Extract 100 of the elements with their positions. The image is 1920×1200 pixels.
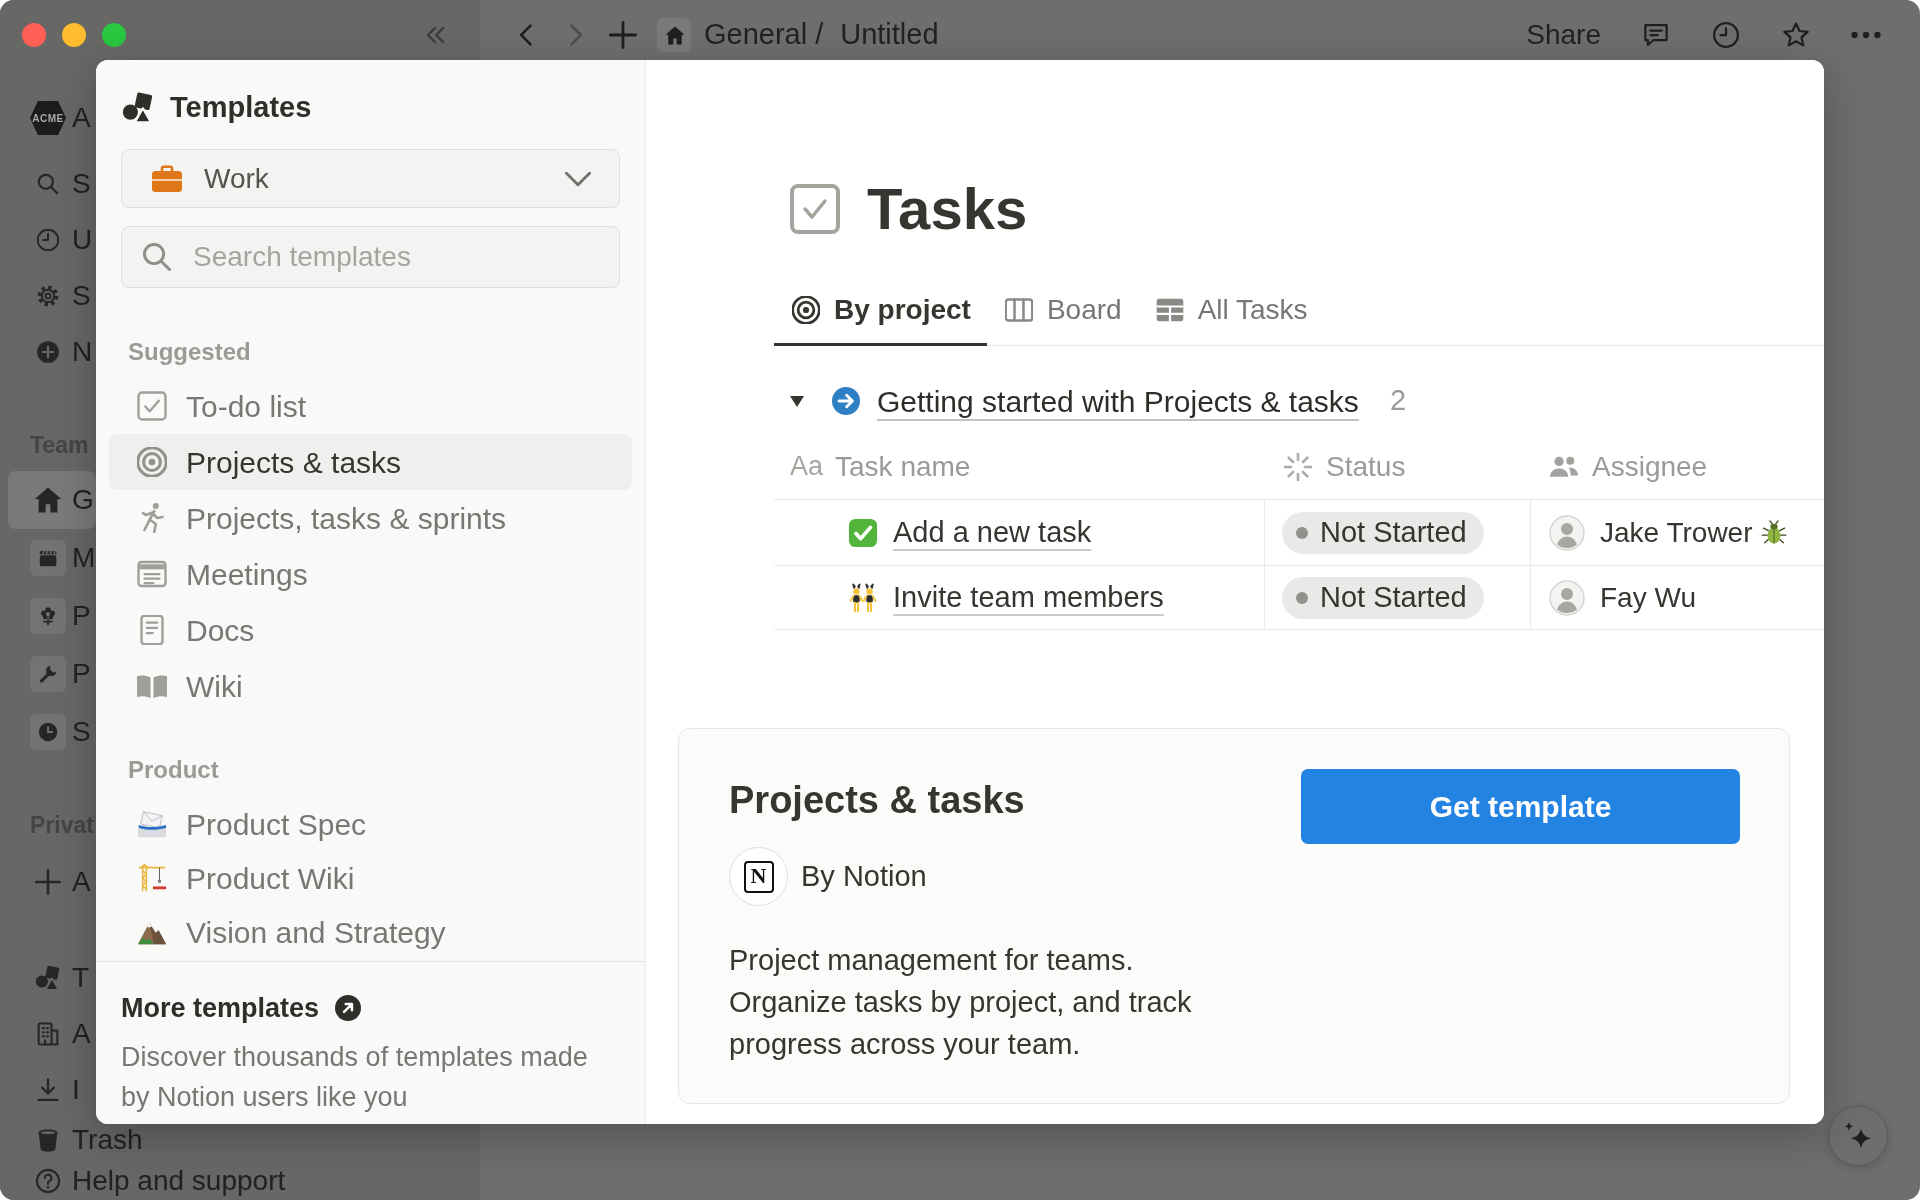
status-tag[interactable]: Not Started — [1282, 576, 1484, 619]
home-icon — [34, 486, 62, 514]
modal-title: Templates — [170, 90, 312, 126]
breadcrumb-link[interactable]: General — [657, 13, 808, 57]
status-dot — [1296, 526, 1308, 539]
task-link[interactable]: Add a new task — [893, 510, 1092, 555]
sidebar-item[interactable]: N — [8, 324, 96, 380]
share-button[interactable]: Share — [1526, 14, 1601, 56]
get-template-button[interactable]: Get template — [1301, 769, 1740, 844]
calendar-page-icon — [137, 559, 167, 589]
plus-circle-icon — [35, 339, 61, 365]
sidebar-item[interactable]: S — [8, 268, 96, 324]
close-window-button[interactable] — [22, 23, 46, 47]
breadcrumb-separator: / — [815, 17, 824, 53]
text-type-label: Aa — [790, 450, 824, 484]
search-icon — [143, 243, 171, 271]
view-tab[interactable]: By project — [774, 275, 987, 346]
template-item[interactable]: To-do list — [109, 378, 632, 434]
sidebar-item[interactable]: P — [8, 645, 96, 703]
template-item[interactable]: Wiki — [109, 658, 632, 714]
sidebar-item[interactable]: U — [8, 212, 96, 268]
arrow-circle-icon — [335, 995, 362, 1021]
view-tab[interactable]: Board — [986, 275, 1138, 346]
clock-icon — [30, 714, 66, 750]
avatar-icon — [1549, 579, 1585, 616]
target-icon — [137, 447, 167, 477]
star-icon[interactable] — [1781, 20, 1811, 50]
page-title: Tasks — [867, 180, 1028, 238]
template-description: Project management for teams. Organize tasks by project, and track progress across your team. — [729, 943, 1192, 1062]
author-logo: N — [729, 847, 788, 906]
section-label: Suggested — [128, 338, 251, 366]
template-item[interactable]: Projects & tasks — [109, 434, 632, 490]
sidebar-item[interactable]: G — [8, 471, 96, 529]
template-item[interactable]: Meetings — [109, 546, 632, 602]
sidebar-item[interactable]: Trash — [8, 1118, 143, 1162]
status-tag[interactable]: Not Started — [1282, 511, 1484, 554]
template-item[interactable]: Product Spec — [109, 797, 632, 851]
flower-icon — [30, 598, 66, 634]
search-icon — [35, 171, 61, 197]
zoom-window-button[interactable] — [102, 23, 126, 47]
column-header[interactable]: Assignee — [1531, 434, 1824, 499]
clapperboard-icon — [30, 540, 66, 576]
sidebar-item[interactable]: I — [8, 1062, 96, 1118]
dancers-icon — [848, 582, 878, 613]
table-icon — [1155, 296, 1184, 324]
clock-icon[interactable] — [1711, 20, 1741, 50]
template-item[interactable]: Projects, tasks & sprints — [109, 490, 632, 546]
envelope-tray-icon — [137, 809, 167, 839]
view-tab[interactable]: All Tasks — [1137, 275, 1324, 346]
workspace-switcher[interactable]: ACME A — [8, 90, 96, 146]
breadcrumb-link[interactable]: Untitled — [840, 13, 939, 57]
column-header[interactable]: Aa Task name — [774, 434, 1265, 499]
sidebar-item[interactable]: T — [8, 950, 96, 1006]
wrench-icon — [30, 656, 66, 692]
status-dot — [1296, 591, 1308, 604]
sidebar-item[interactable]: S — [8, 703, 96, 761]
more-icon[interactable] — [1851, 31, 1881, 39]
assignee-name: Fay Wu — [1600, 580, 1696, 615]
shapes-icon — [122, 92, 154, 124]
help-icon — [34, 1167, 62, 1195]
column-header[interactable]: Status — [1265, 434, 1531, 499]
avatar-icon — [1549, 514, 1585, 551]
workspace-logo: ACME — [30, 101, 66, 135]
template-item[interactable]: Docs — [109, 602, 632, 658]
checkbox-icon — [137, 391, 167, 421]
arrow-circle-icon — [832, 387, 860, 415]
more-templates-link[interactable]: More templates — [121, 990, 362, 1026]
sidebar-item[interactable]: Help and support — [8, 1162, 286, 1200]
home-icon — [657, 18, 691, 52]
author-name: By Notion — [801, 858, 927, 894]
briefcase-icon — [151, 164, 183, 193]
sidebar-item[interactable]: P — [8, 587, 96, 645]
clock-icon — [35, 227, 61, 253]
sidebar-item[interactable]: A — [8, 1006, 96, 1062]
check-mark-icon — [848, 517, 878, 548]
caret-icon[interactable] — [789, 393, 805, 409]
assignee-name: Jake Trower — [1600, 515, 1753, 550]
search-field[interactable]: Search templates — [121, 226, 620, 288]
minimize-window-button[interactable] — [62, 23, 86, 47]
document-icon — [137, 615, 167, 645]
sidebar-item[interactable]: S — [8, 156, 96, 212]
sidebar-item[interactable]: M — [8, 529, 96, 587]
columns-icon — [1004, 296, 1033, 324]
category-dropdown[interactable]: Work — [121, 149, 620, 208]
template-name: Projects & tasks — [729, 778, 1025, 823]
checkbox-icon — [790, 184, 840, 234]
template-item[interactable]: Vision and Strategy — [109, 905, 632, 959]
template-item[interactable]: Product Wiki — [109, 851, 632, 905]
target-icon — [792, 296, 820, 324]
settings-icon — [35, 283, 61, 309]
section-label: Product — [128, 756, 219, 784]
sidebar-item[interactable]: A — [8, 854, 96, 910]
group-count: 2 — [1389, 383, 1406, 419]
task-link[interactable]: Invite team members — [893, 575, 1164, 620]
plus-icon[interactable] — [609, 21, 637, 49]
crane-icon — [137, 863, 167, 893]
shapes-icon — [34, 964, 62, 992]
plus-icon — [35, 869, 61, 895]
more-templates-description: Discover thousands of templates made by Notion users like you — [121, 1041, 589, 1114]
group-title-link[interactable]: Getting started with Projects & tasks — [877, 378, 1359, 424]
